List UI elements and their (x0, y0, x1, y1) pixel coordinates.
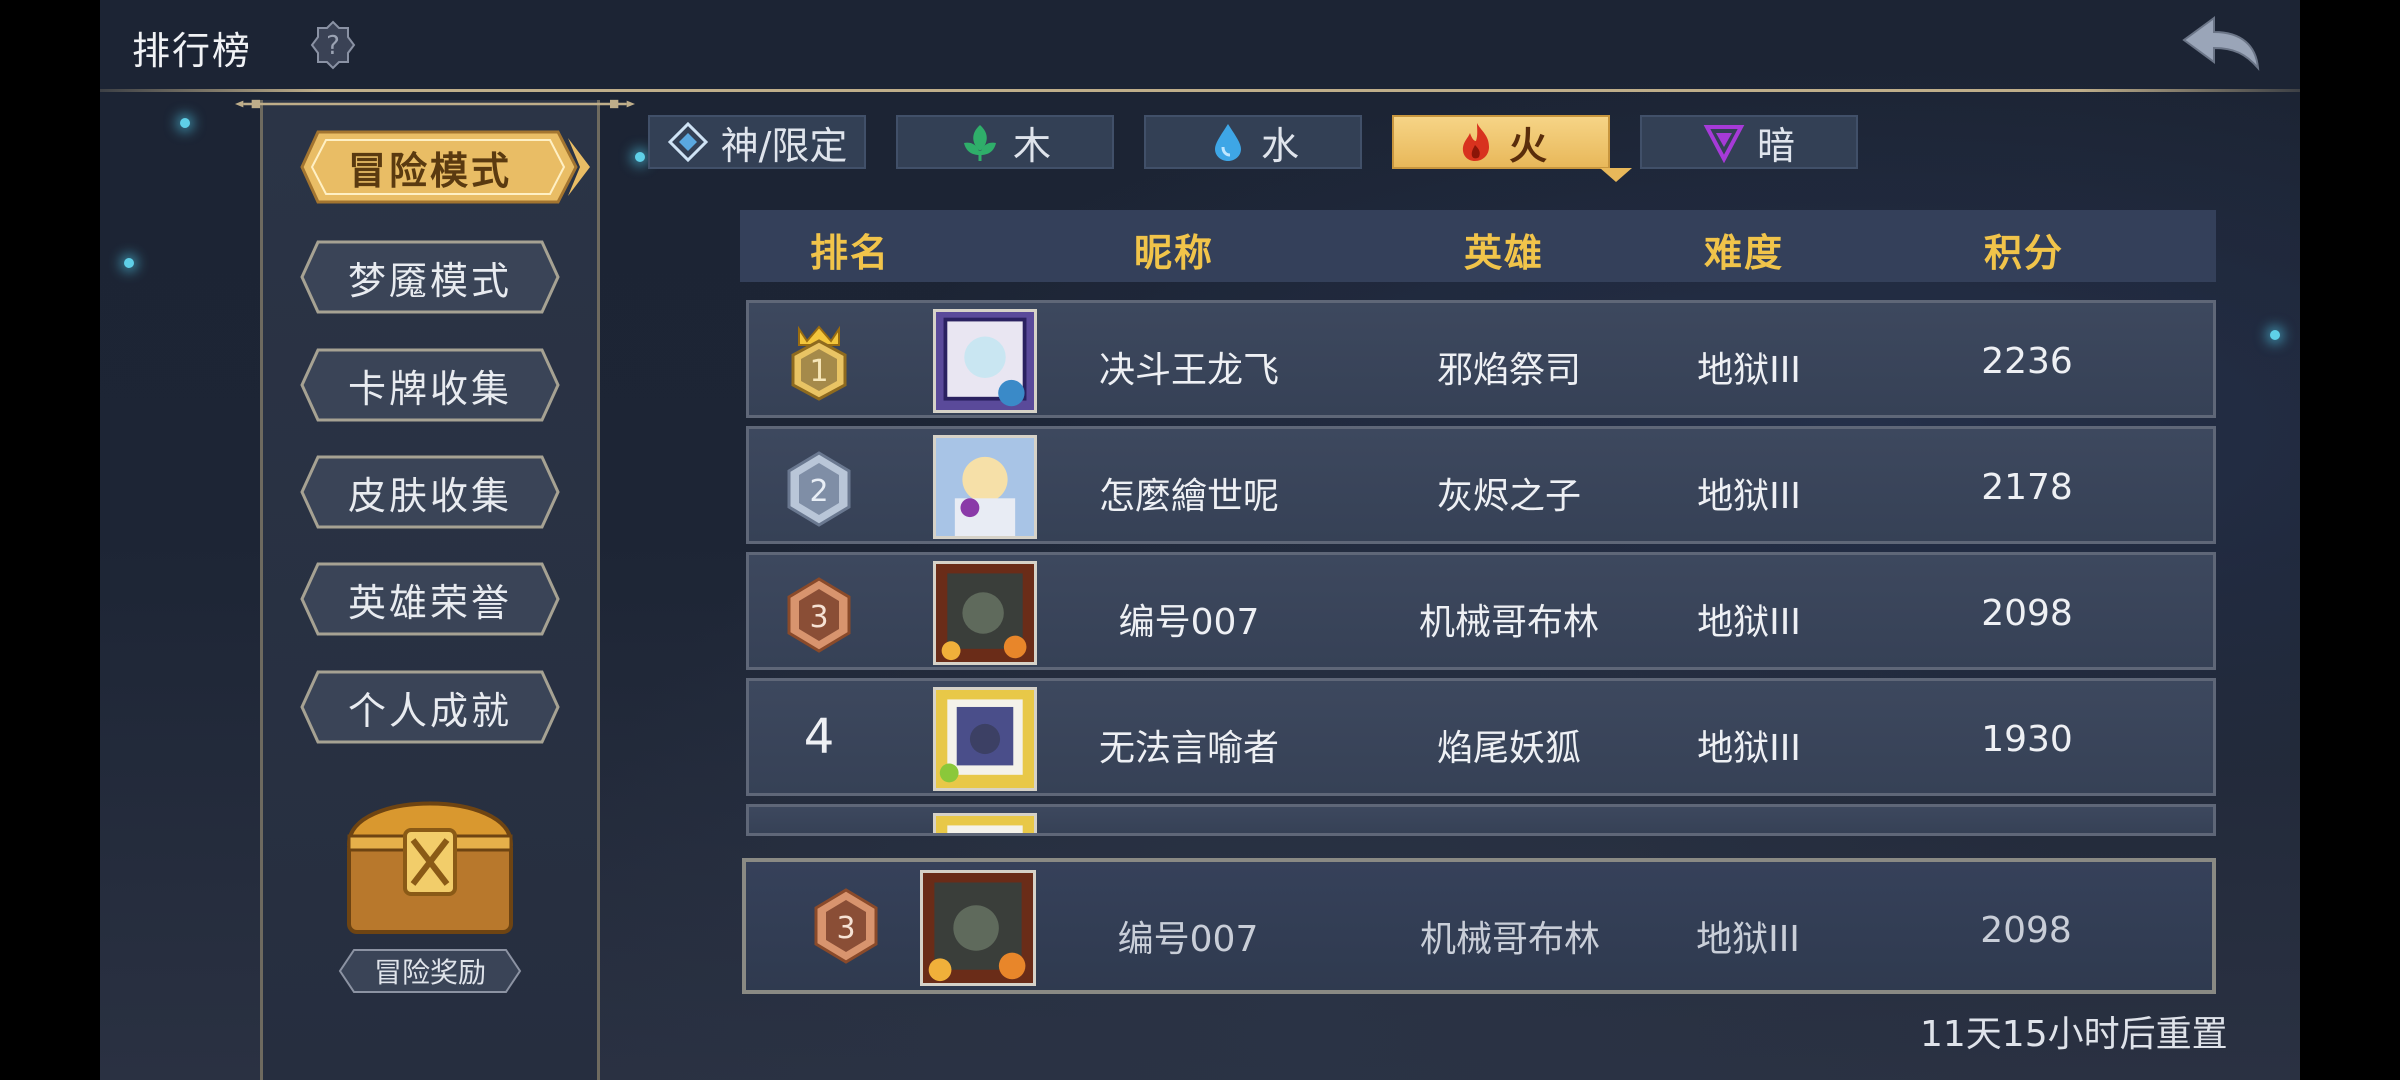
table-row[interactable]: 1 决斗王龙飞 邪焰祭司 地狱III 2236 (746, 300, 2216, 418)
hero-cell: 机械哥布林 (1419, 919, 1601, 960)
mode-label: 英雄荣誉 (347, 580, 512, 625)
column-header-rank: 排名 (809, 231, 891, 275)
leaderboard-screen: 排行榜 ? 冒险模式 梦魇模式 卡牌收集 皮肤收集 英雄荣誉 个人成就 冒险奖励… (100, 0, 2300, 1080)
score-cell: 2098 (1981, 593, 2073, 634)
mode-label: 皮肤收集 (347, 473, 512, 518)
difficulty-cell: 地狱III (1696, 919, 1800, 960)
mode-label: 梦魇模式 (347, 258, 512, 303)
tab-label: 水 (1260, 123, 1299, 168)
tab-wood[interactable]: 木 (896, 115, 1114, 169)
reward-label: 冒险奖励 (373, 956, 486, 989)
mode-nightmare-button[interactable]: 梦魇模式 (300, 240, 560, 314)
background-star (180, 118, 190, 128)
hero-avatar (933, 561, 1037, 665)
hero-avatar (933, 813, 1037, 833)
gold-rank-badge-icon: 1 (791, 325, 847, 401)
leaf-icon (963, 125, 996, 161)
mode-label: 卡牌收集 (347, 366, 512, 411)
adventure-reward-button[interactable]: 冒险奖励 (338, 948, 522, 994)
back-arrow-icon[interactable] (2180, 14, 2264, 74)
letterbox-left (0, 0, 100, 1080)
column-header-hero: 英雄 (1463, 231, 1545, 275)
mode-achievements-button[interactable]: 个人成就 (300, 670, 560, 744)
my-ranking-row[interactable]: 3 编号007 机械哥布林 地狱III 2098 (742, 858, 2216, 994)
header-divider (100, 89, 2300, 92)
hero-avatar (933, 435, 1037, 539)
tab-fire[interactable]: 火 (1392, 115, 1610, 169)
mode-label: 个人成就 (347, 688, 512, 733)
mode-adventure-button[interactable]: 冒险模式 (300, 130, 590, 204)
rank-number: 3 (836, 911, 855, 946)
mode-skin-collection-button[interactable]: 皮肤收集 (300, 455, 560, 529)
score-cell: 1930 (1981, 719, 2073, 760)
column-header-difficulty: 难度 (1703, 231, 1785, 275)
background-star (124, 258, 134, 268)
table-row[interactable]: 3 编号007 机械哥布林 地狱III 2098 (746, 552, 2216, 670)
dark-triangle-icon (1703, 125, 1745, 163)
active-tab-pointer (1600, 168, 1632, 182)
tab-label: 火 (1508, 123, 1547, 168)
rank-number: 3 (809, 600, 828, 635)
background-star (2270, 330, 2280, 340)
treasure-chest-icon[interactable] (335, 770, 525, 940)
nickname-cell: 编号007 (1118, 602, 1260, 643)
rank-number: 2 (809, 474, 828, 509)
reset-countdown: 11天15小时后重置 (1920, 1014, 2228, 1055)
column-header-score: 积分 (1983, 231, 2065, 275)
help-icon[interactable]: ? (308, 20, 358, 70)
silver-rank-badge-icon: 2 (787, 451, 851, 527)
score-cell: 2236 (1981, 341, 2073, 382)
header-bar: 排行榜 ? (100, 0, 2300, 92)
score-cell: 2098 (1980, 910, 2072, 951)
tab-water[interactable]: 水 (1144, 115, 1362, 169)
fire-icon (1462, 123, 1489, 161)
nickname-cell: 无法言喻者 (1098, 728, 1280, 769)
table-row[interactable]: 4 无法言喻者 焰尾妖狐 地狱III 1930 (746, 678, 2216, 796)
nickname-cell: 决斗王龙飞 (1098, 350, 1280, 391)
rank-number: 4 (803, 709, 835, 765)
difficulty-cell: 地狱III (1697, 602, 1801, 643)
nickname-cell: 编号007 (1117, 919, 1259, 960)
water-drop-icon (1214, 124, 1241, 161)
hero-avatar (933, 309, 1037, 413)
hero-avatar (920, 870, 1036, 986)
mode-label: 冒险模式 (347, 148, 512, 193)
mode-hero-honor-button[interactable]: 英雄荣誉 (300, 562, 560, 636)
hero-cell: 焰尾妖狐 (1436, 728, 1582, 769)
column-header-nickname: 昵称 (1133, 231, 1215, 275)
score-cell: 2178 (1981, 467, 2073, 508)
tab-label: 暗 (1756, 123, 1795, 168)
sidebar-top-rail (235, 99, 635, 109)
diamond-icon (667, 121, 708, 163)
bronze-rank-badge-icon: 3 (787, 577, 851, 653)
hero-avatar (933, 687, 1037, 791)
background-star (635, 152, 645, 162)
difficulty-cell: 地狱III (1697, 728, 1801, 769)
page-title: 排行榜 (132, 29, 253, 73)
tab-label: 木 (1012, 123, 1051, 168)
tab-divine-limited[interactable]: 神/限定 (648, 115, 866, 169)
hero-cell: 邪焰祭司 (1436, 350, 1582, 391)
svg-text:?: ? (326, 31, 340, 61)
rank-number: 1 (809, 354, 828, 389)
tab-label: 神/限定 (720, 123, 848, 168)
mode-card-collection-button[interactable]: 卡牌收集 (300, 348, 560, 422)
hero-cell: 机械哥布林 (1418, 602, 1600, 643)
bronze-rank-badge-icon: 3 (814, 888, 878, 964)
ranking-table-header: 排名 昵称 英雄 难度 积分 (740, 210, 2216, 282)
letterbox-right (2300, 0, 2400, 1080)
difficulty-cell: 地狱III (1697, 350, 1801, 391)
difficulty-cell: 地狱III (1697, 476, 1801, 517)
nickname-cell: 怎麼繪世呢 (1098, 476, 1280, 517)
table-row[interactable] (746, 804, 2216, 836)
table-row[interactable]: 2 怎麼繪世呢 灰烬之子 地狱III 2178 (746, 426, 2216, 544)
tab-dark[interactable]: 暗 (1640, 115, 1858, 169)
hero-cell: 灰烬之子 (1436, 476, 1582, 517)
